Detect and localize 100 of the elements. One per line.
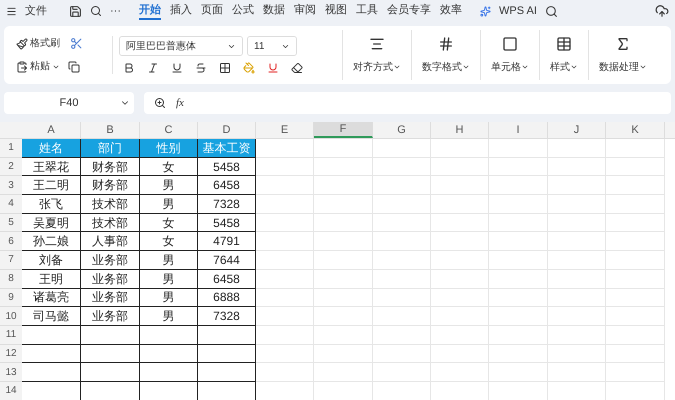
font-color-icon[interactable] — [267, 62, 279, 74]
empty-cell — [314, 326, 373, 345]
ribbon-tab[interactable]: 页面 — [201, 2, 223, 20]
table-cell: 5458 — [198, 158, 256, 176]
empty-cell — [256, 326, 314, 345]
empty-cell — [256, 270, 314, 288]
row-header[interactable]: 4 — [0, 195, 22, 214]
empty-cell — [314, 214, 373, 232]
ribbon-tab[interactable]: 工具 — [356, 2, 378, 20]
more-button[interactable]: ··· — [110, 2, 121, 20]
zoom-icon[interactable] — [154, 97, 166, 109]
empty-cell — [314, 195, 373, 214]
function-button[interactable]: fx — [176, 94, 184, 112]
eraser-icon[interactable] — [291, 62, 303, 74]
row-header[interactable]: 6 — [0, 232, 22, 252]
empty-cell — [606, 232, 665, 252]
table-cell: 7644 — [198, 251, 256, 270]
row-header[interactable]: 8 — [0, 270, 22, 288]
column-header[interactable]: J — [548, 122, 606, 138]
empty-cell — [606, 326, 665, 345]
ribbon-group-button[interactable]: 样式 — [539, 30, 588, 80]
ribbon-tab[interactable]: 审阅 — [294, 2, 316, 20]
save-icon[interactable] — [69, 4, 82, 18]
column-header[interactable]: D — [198, 122, 256, 138]
empty-cell — [431, 326, 489, 345]
copy-icon[interactable] — [68, 60, 80, 72]
empty-cell — [256, 214, 314, 232]
paintbrush-icon — [16, 38, 28, 50]
empty-cell — [606, 214, 665, 232]
table-cell: 6458 — [198, 270, 256, 288]
column-header[interactable]: F — [314, 122, 373, 138]
row-header[interactable]: 11 — [0, 326, 22, 345]
caret-icon — [639, 63, 647, 71]
ribbon-tab[interactable]: 效率 — [440, 2, 462, 20]
cut-icon[interactable] — [70, 37, 83, 50]
table-cell: 张飞 — [22, 195, 81, 214]
underline-icon[interactable] — [171, 62, 183, 74]
row-header[interactable]: 5 — [0, 214, 22, 232]
search-icon[interactable] — [90, 5, 102, 17]
column-header[interactable]: K — [606, 122, 665, 138]
strikethrough-icon[interactable] — [195, 62, 207, 74]
ribbon-tab[interactable]: 公式 — [232, 2, 254, 20]
row-header[interactable]: 7 — [0, 251, 22, 270]
ribbon-tab[interactable]: 开始 — [139, 2, 161, 20]
ribbon-tab[interactable]: 会员专享 — [387, 2, 431, 20]
table-cell: 司马懿 — [22, 307, 81, 326]
row-header[interactable]: 2 — [0, 158, 22, 176]
font-size-dropdown[interactable]: 11 — [247, 36, 297, 56]
empty-cell — [431, 251, 489, 270]
column-header[interactable]: B — [81, 122, 140, 138]
name-box[interactable]: F40 — [4, 92, 134, 114]
empty-cell — [548, 214, 606, 232]
empty-cell — [489, 251, 548, 270]
row-header[interactable]: 14 — [0, 382, 22, 400]
row-header[interactable]: 13 — [0, 363, 22, 382]
ribbon-group-button[interactable]: 单元格 — [480, 30, 539, 80]
ribbon-group-button[interactable]: 对齐方式 — [342, 30, 411, 80]
cloud-upload-icon[interactable] — [655, 4, 669, 18]
row-header[interactable]: 12 — [0, 344, 22, 364]
row-header[interactable]: 3 — [0, 176, 22, 196]
ribbon-group-button[interactable]: 数字格式 — [411, 30, 480, 80]
table-cell: 5458 — [198, 214, 256, 232]
fill-color-icon[interactable] — [243, 62, 255, 74]
column-header[interactable]: C — [140, 122, 198, 138]
ribbon-group-button[interactable]: 数据处理 — [588, 30, 657, 80]
table-cell: 女 — [140, 214, 198, 232]
wps-ai-button[interactable]: WPS AI — [499, 2, 537, 20]
empty-cell — [431, 288, 489, 308]
empty-cell — [314, 270, 373, 288]
row-header[interactable]: 1 — [0, 139, 22, 158]
bold-icon[interactable] — [123, 62, 135, 74]
row-header[interactable]: 10 — [0, 307, 22, 326]
empty-cell — [314, 176, 373, 196]
paste-button[interactable]: 粘贴 — [16, 59, 60, 74]
empty-cell — [256, 251, 314, 270]
empty-cell — [548, 326, 606, 345]
ribbon-tab[interactable]: 插入 — [170, 2, 192, 20]
column-header[interactable]: I — [489, 122, 548, 138]
column-header[interactable]: G — [373, 122, 431, 138]
search-icon[interactable] — [544, 4, 558, 18]
empty-cell — [373, 344, 431, 364]
file-menu[interactable]: 文件 — [25, 2, 47, 20]
ribbon-tab[interactable]: 视图 — [325, 2, 347, 20]
border-icon[interactable] — [219, 62, 231, 74]
header-cell: 基本工资 — [198, 139, 256, 158]
ribbon-tab[interactable]: 数据 — [263, 2, 285, 20]
column-header[interactable]: A — [22, 122, 81, 138]
italic-icon[interactable] — [147, 62, 159, 74]
format-painter-button[interactable]: 格式刷 — [16, 36, 60, 51]
font-name-dropdown[interactable]: 阿里巴巴普惠体 — [119, 36, 243, 56]
menu-icon[interactable] — [6, 6, 17, 16]
table-cell: 诸葛亮 — [22, 288, 81, 308]
row-header[interactable]: 9 — [0, 288, 22, 308]
empty-cell — [431, 344, 489, 364]
empty-cell — [314, 363, 373, 382]
empty-table-cell — [81, 344, 140, 364]
caret-icon — [521, 63, 529, 71]
column-header[interactable]: H — [431, 122, 489, 138]
empty-cell — [606, 270, 665, 288]
empty-cell — [431, 195, 489, 214]
